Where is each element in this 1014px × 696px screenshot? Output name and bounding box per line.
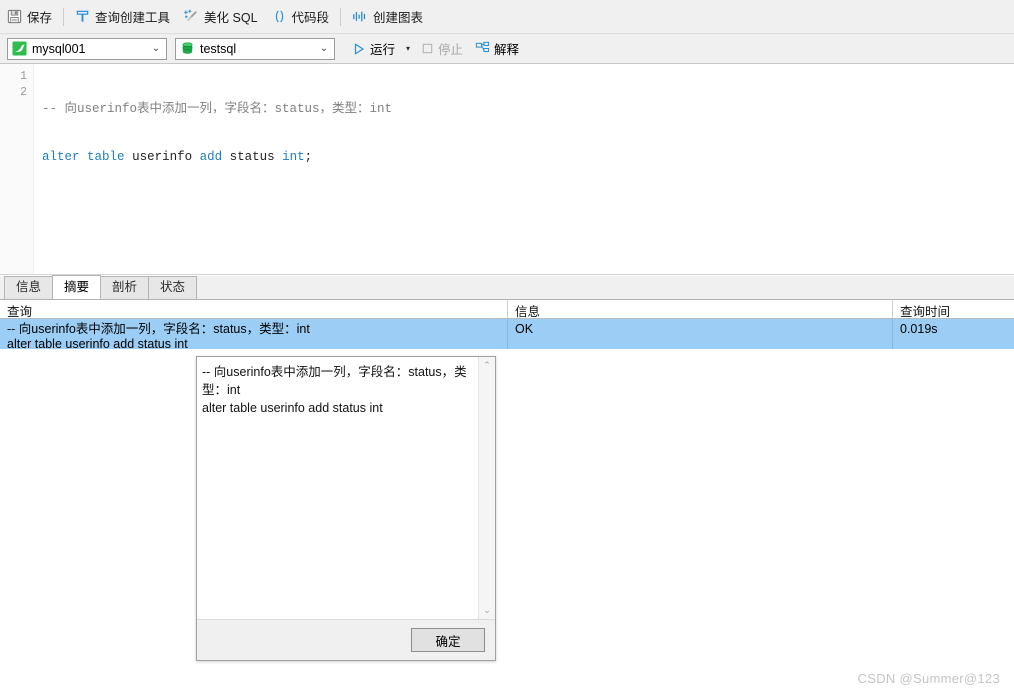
stop-button[interactable]: 停止 (416, 37, 468, 61)
caret-down-icon: ▾ (406, 44, 411, 53)
run-button-label: 运行 (370, 43, 396, 57)
stop-button-label: 停止 (438, 43, 464, 57)
tab-profile-label: 剖析 (112, 280, 138, 294)
sql-keyword-add: add (199, 150, 223, 164)
connection-select[interactable]: mysql001 ⌄ (7, 37, 167, 60)
sql-keyword-alter: alter (42, 150, 80, 164)
magic-wand-icon (184, 9, 199, 24)
column-header-time[interactable]: 查询时间 (893, 300, 1014, 318)
scroll-down-arrow-icon[interactable]: ⌄ (479, 602, 495, 619)
cell-info[interactable]: OK (508, 319, 893, 349)
connection-value: mysql001 (32, 41, 86, 56)
stop-square-icon (421, 42, 434, 55)
code-line-2: alter table userinfo add status int; (42, 149, 1014, 165)
dialog-vertical-scrollbar[interactable]: ⌃ ⌄ (478, 357, 495, 619)
play-triangle-icon (352, 42, 366, 56)
secondary-toolbar: mysql001 ⌄ testsql ⌄ 运行 ▾ 停止 解释 (0, 34, 1014, 64)
column-header-info[interactable]: 信息 (508, 300, 893, 318)
execution-controls: 运行 ▾ 停止 解释 (347, 37, 524, 61)
tab-status[interactable]: 状态 (148, 276, 198, 299)
explain-button-label: 解释 (494, 43, 520, 57)
sql-semicolon: ; (304, 150, 313, 164)
sql-identifier-column: status (229, 150, 275, 164)
tab-summary-label: 摘要 (64, 280, 90, 294)
query-builder-label: 查询创建工具 (95, 11, 171, 25)
parentheses-icon (272, 9, 287, 24)
chevron-down-icon: ⌄ (151, 43, 161, 54)
toolbar-separator-1 (63, 7, 65, 26)
create-chart-label: 创建图表 (373, 11, 424, 25)
code-snippet-label: 代码段 (291, 11, 330, 25)
editor-gutter: 1 2 (0, 64, 34, 274)
scroll-up-arrow-icon[interactable]: ⌃ (479, 357, 495, 374)
query-builder-button[interactable]: 查询创建工具 (68, 4, 177, 30)
database-select[interactable]: testsql ⌄ (175, 37, 335, 60)
column-header-query[interactable]: 查询 (0, 300, 508, 318)
editor-code-area[interactable]: -- 向userinfo表中添加一列，字段名：status，类型：int alt… (34, 64, 1014, 274)
result-tabstrip: 信息 摘要 剖析 状态 (0, 275, 1014, 300)
tab-status-label: 状态 (160, 280, 186, 294)
results-grid: 查询 信息 查询时间 -- 向userinfo表中添加一列，字段名：status… (0, 300, 1014, 358)
sql-identifier-table: userinfo (132, 150, 193, 164)
explain-button[interactable]: 解释 (470, 37, 524, 61)
line-number: 1 (20, 70, 27, 83)
database-cylinder-icon (180, 41, 195, 56)
beautify-sql-label: 美化 SQL (204, 11, 258, 25)
tab-info-label: 信息 (16, 280, 42, 294)
bar-chart-icon (352, 9, 368, 24)
cell-time[interactable]: 0.019s (893, 319, 1014, 349)
results-grid-header: 查询 信息 查询时间 (0, 300, 1014, 319)
tab-summary[interactable]: 摘要 (52, 275, 102, 299)
sql-editor[interactable]: 1 2 -- 向userinfo表中添加一列，字段名：status，类型：int… (0, 64, 1014, 275)
create-chart-button[interactable]: 创建图表 (345, 4, 430, 30)
chevron-down-icon-db: ⌄ (319, 43, 329, 54)
table-row[interactable]: -- 向userinfo表中添加一列，字段名：status，类型：int alt… (0, 319, 1014, 349)
beautify-sql-button[interactable]: 美化 SQL (177, 4, 265, 30)
sql-comment: -- 向userinfo表中添加一列，字段名：status，类型：int (42, 102, 393, 116)
mysql-dolphin-icon (12, 41, 27, 56)
query-builder-icon (75, 9, 90, 24)
save-floppy-icon (7, 9, 22, 24)
tab-info[interactable]: 信息 (4, 276, 54, 299)
primary-toolbar: 保存 查询创建工具 美化 SQL 代码段 创建图表 (0, 0, 1014, 34)
toolbar-separator-2 (340, 7, 342, 26)
tab-profile[interactable]: 剖析 (100, 276, 150, 299)
query-detail-dialog: -- 向userinfo表中添加一列，字段名：status，类型：int alt… (196, 356, 496, 661)
save-button-label: 保存 (27, 11, 53, 25)
explain-plan-icon (475, 41, 490, 56)
run-dropdown-button[interactable]: ▾ (402, 37, 414, 61)
save-button[interactable]: 保存 (0, 4, 59, 30)
sql-keyword-int: int (282, 150, 305, 164)
run-button[interactable]: 运行 (347, 37, 400, 61)
dialog-footer: 确定 (197, 620, 495, 660)
dialog-body: -- 向userinfo表中添加一列，字段名：status，类型：int alt… (197, 357, 495, 620)
code-snippet-button[interactable]: 代码段 (265, 4, 337, 30)
line-number: 2 (20, 86, 27, 99)
sql-keyword-table: table (87, 150, 125, 164)
cell-query[interactable]: -- 向userinfo表中添加一列，字段名：status，类型：int alt… (0, 319, 508, 349)
watermark: CSDN @Summer@123 (857, 671, 1000, 686)
dialog-text[interactable]: -- 向userinfo表中添加一列，字段名：status，类型：int alt… (197, 357, 478, 619)
confirm-button[interactable]: 确定 (411, 628, 485, 652)
database-value: testsql (200, 41, 237, 56)
code-line-1: -- 向userinfo表中添加一列，字段名：status，类型：int (42, 101, 1014, 117)
